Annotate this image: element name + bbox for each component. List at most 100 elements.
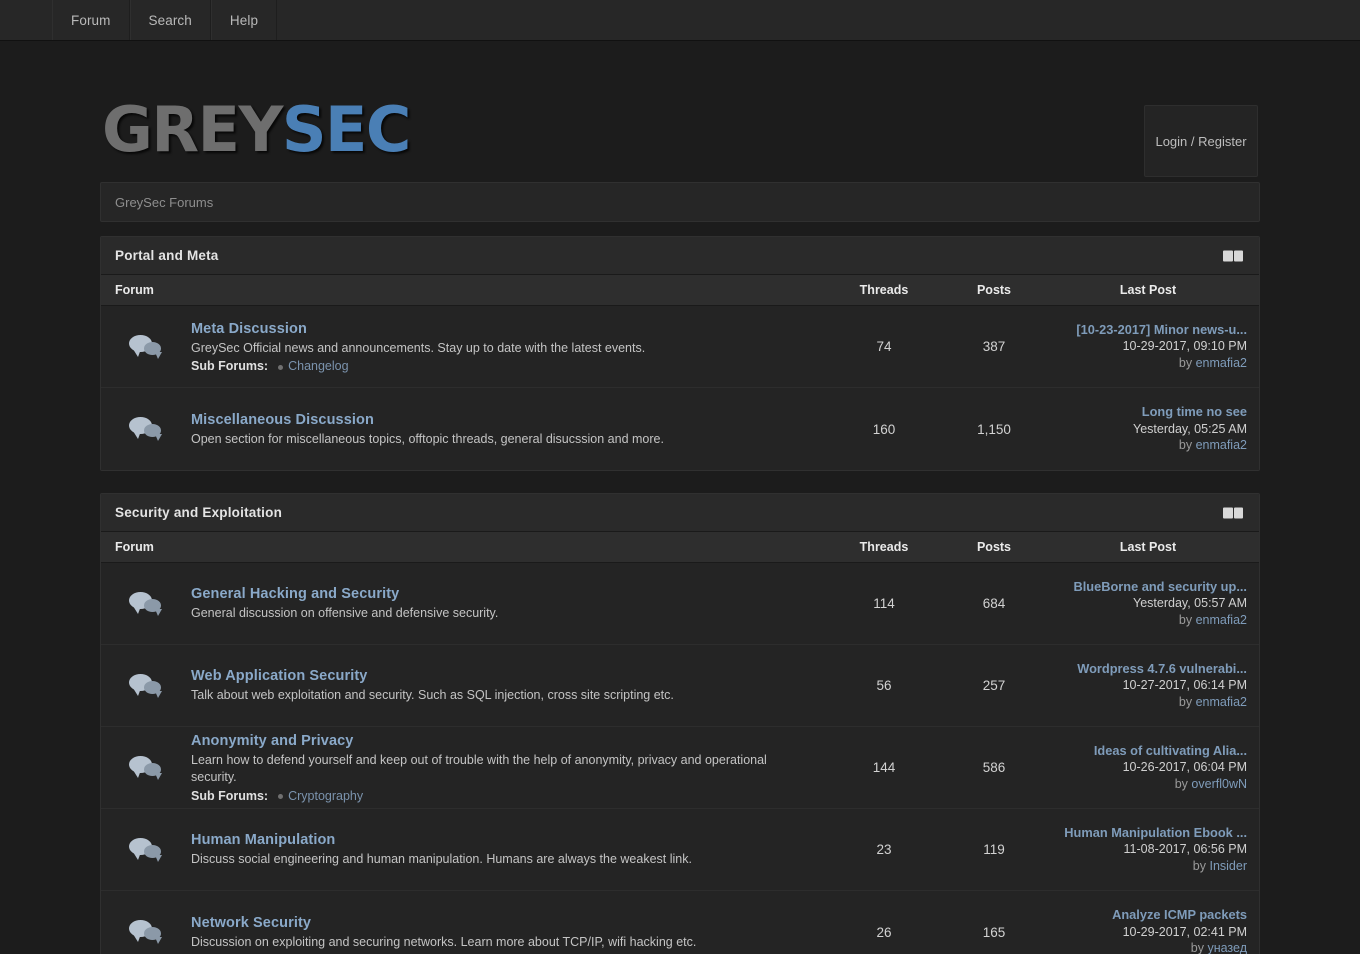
column-header-forum: Forum [115,283,154,297]
login-register-button[interactable]: Login / Register [1144,105,1258,177]
forum-description: Discuss social engineering and human man… [191,852,692,867]
last-post-date: 10-29-2017, 09:10 PM [1122,339,1247,354]
logo-text-sec: SEC [281,93,412,166]
forum-info: Human Manipulation Discuss social engine… [191,831,829,868]
top-navigation-bar: Forum Search Help [0,0,1360,41]
last-post-author-line: by enmafia2 [1049,355,1247,372]
forum-posts-count: 586 [982,760,1006,775]
last-post-by-prefix: by [1178,355,1196,370]
speech-bubbles-icon [129,755,163,781]
forum-link[interactable]: Web Application Security [191,668,367,684]
category-title: Security and Exploitation [115,505,283,520]
last-post-title-link[interactable]: [10-23-2017] Minor news-u... [1049,322,1247,339]
forum-icon-cell [101,755,191,781]
last-post-date: Yesterday, 05:25 AM [1133,421,1247,436]
forum-rows: General Hacking and Security General dis… [101,563,1259,954]
forum-info: Meta Discussion GreySec Official news an… [191,320,829,374]
last-post-title-link[interactable]: Ideas of cultivating Alia... [1049,743,1247,760]
subforum-link[interactable]: Cryptography [288,789,363,803]
site-logo[interactable]: GREYSEC [102,99,411,161]
forum-link[interactable]: Anonymity and Privacy [191,733,353,749]
forum-row: Human Manipulation Discuss social engine… [101,809,1259,891]
speech-bubbles-icon [129,837,163,863]
forum-categories-list: Portal and Meta Forum Threads Posts Last… [100,236,1260,954]
last-post-by-prefix: by [1192,858,1210,873]
last-post-author-link[interactable]: enmafia2 [1196,695,1247,709]
forum-link[interactable]: Network Security [191,915,311,931]
collapse-icon[interactable] [1223,507,1243,518]
forum-info: General Hacking and Security General dis… [191,585,829,622]
nav-item-help[interactable]: Help [210,0,278,40]
breadcrumb-item-root[interactable]: GreySec Forums [115,195,213,210]
collapse-icon[interactable] [1223,250,1243,261]
category-title: Portal and Meta [115,248,219,263]
forum-threads-count: 56 [876,678,892,693]
forum-last-post-cell: [10-23-2017] Minor news-u... 10-29-2017,… [1049,322,1259,372]
forum-last-post-cell: BlueBorne and security up... Yesterday, … [1049,579,1259,629]
forum-link[interactable]: Human Manipulation [191,832,335,848]
subforum-bullet-icon [278,794,284,800]
last-post-title-link[interactable]: Analyze ICMP packets [1049,907,1247,924]
forum-threads-count: 74 [876,339,892,354]
column-header-last-post: Last Post [1119,540,1177,554]
category-header: Security and Exploitation [101,494,1259,532]
last-post-title-link[interactable]: Long time no see [1049,404,1247,421]
forum-description: Talk about web exploitation and security… [191,688,674,703]
forum-icon-cell [101,673,191,699]
speech-bubbles-icon [129,673,163,699]
main-content: GreySec Forums Portal and Meta Forum Thr… [100,182,1260,954]
last-post-author-link[interactable]: enmafia2 [1196,356,1247,370]
last-post-date: 10-27-2017, 06:14 PM [1122,678,1247,693]
subforum-link[interactable]: Changelog [288,359,348,373]
subforum-bullet-icon [278,364,284,370]
last-post-author-line: by overfl0wN [1049,776,1247,793]
forum-info: Anonymity and Privacy Learn how to defen… [191,732,829,803]
last-post-author-line: by уназед [1049,940,1247,954]
forum-link[interactable]: Meta Discussion [191,321,307,337]
last-post-title-link[interactable]: Wordpress 4.7.6 vulnerabi... [1049,661,1247,678]
forum-description: Discussion on exploiting and securing ne… [191,934,697,949]
forum-row: Miscellaneous Discussion Open section fo… [101,388,1259,470]
forum-category-2: Security and Exploitation Forum Threads … [100,493,1260,954]
forum-icon-cell [101,837,191,863]
forum-last-post-cell: Human Manipulation Ebook ... 11-08-2017,… [1049,825,1259,875]
nav-item-search[interactable]: Search [129,0,211,40]
last-post-by-prefix: by [1174,776,1192,791]
forum-link[interactable]: Miscellaneous Discussion [191,412,374,428]
forum-last-post-cell: Ideas of cultivating Alia... 10-26-2017,… [1049,743,1259,793]
forum-description: General discussion on offensive and defe… [191,606,499,621]
last-post-author-link[interactable]: overfl0wN [1191,777,1247,791]
last-post-date: Yesterday, 05:57 AM [1133,596,1247,611]
forum-info: Web Application Security Talk about web … [191,667,829,704]
last-post-author-link[interactable]: enmafia2 [1196,613,1247,627]
last-post-date: 10-29-2017, 02:41 PM [1122,924,1247,939]
column-header-last-post: Last Post [1119,283,1177,297]
subforums-label: Sub Forums: [191,788,269,803]
forum-posts-count: 1,150 [977,421,1011,437]
forum-threads-count: 160 [872,421,896,437]
forum-row: Network Security Discussion on exploitin… [101,891,1259,954]
last-post-author-link[interactable]: enmafia2 [1196,438,1247,452]
forum-threads-count: 26 [876,924,892,940]
column-header-posts: Posts [976,283,1012,297]
last-post-author-link[interactable]: уназед [1207,941,1247,954]
forum-row: Meta Discussion GreySec Official news an… [101,306,1259,388]
nav-item-forum[interactable]: Forum [52,0,130,40]
last-post-title-link[interactable]: BlueBorne and security up... [1049,579,1247,596]
forum-last-post-cell: Wordpress 4.7.6 vulnerabi... 10-27-2017,… [1049,661,1259,711]
last-post-author-line: by Insider [1049,858,1247,875]
last-post-author-link[interactable]: Insider [1209,859,1247,873]
column-header-row: Forum Threads Posts Last Post [101,275,1259,306]
forum-info: Miscellaneous Discussion Open section fo… [191,411,829,448]
forum-link[interactable]: General Hacking and Security [191,586,399,602]
speech-bubbles-icon [129,591,163,617]
last-post-title-link[interactable]: Human Manipulation Ebook ... [1049,825,1247,842]
forum-description: Open section for miscellaneous topics, o… [191,431,664,446]
speech-bubbles-icon [129,919,163,945]
column-header-posts: Posts [976,540,1012,554]
forum-row: General Hacking and Security General dis… [101,563,1259,645]
forum-icon-cell [101,416,191,442]
forum-icon-cell [101,334,191,360]
forum-category-1: Portal and Meta Forum Threads Posts Last… [100,236,1260,471]
last-post-by-prefix: by [1190,941,1208,954]
